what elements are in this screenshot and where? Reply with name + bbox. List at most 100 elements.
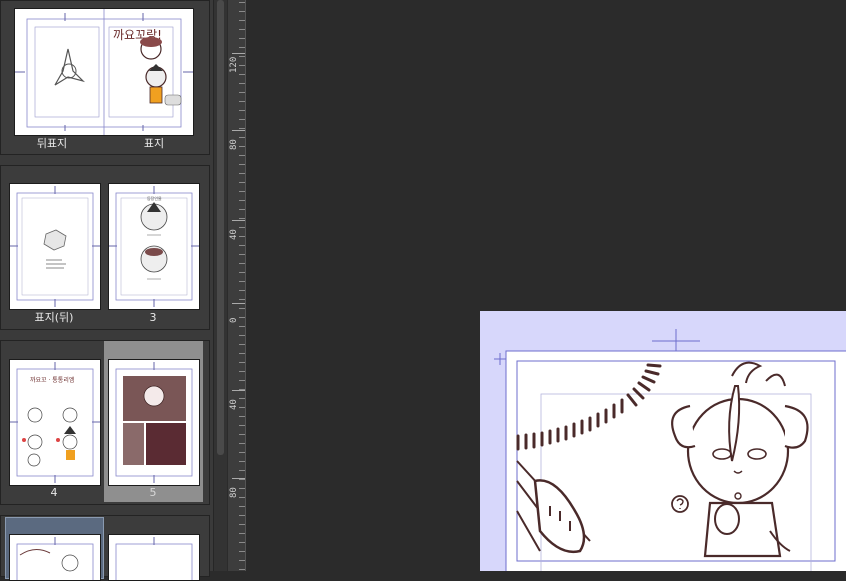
ruler-tick <box>239 47 245 48</box>
ruler-tick <box>239 227 245 228</box>
ruler-major-tick <box>232 53 245 54</box>
ruler-major-tick <box>232 220 245 221</box>
ruler-tick <box>239 425 245 426</box>
ruler-tick <box>239 38 245 39</box>
ruler-major-tick <box>232 130 245 131</box>
page-manager-panel: 까요꼬랑! 뒤표지 표지 등장인물 표지(뒤) 3 까요꼬 · 통통리엠 4 5 <box>0 0 213 581</box>
ruler-tick <box>239 299 245 300</box>
ruler-tick <box>239 29 245 30</box>
ruler-tick <box>239 74 245 75</box>
ruler-tick <box>239 443 245 444</box>
ruler-tick <box>239 11 245 12</box>
page-thumb-7[interactable] <box>108 534 200 581</box>
ruler-tick <box>239 335 245 336</box>
vertical-ruler: 120 80 40 0 40 80 <box>228 0 246 571</box>
ruler-tick <box>239 524 245 525</box>
cover-spread-art: 까요꼬랑! <box>15 9 193 135</box>
ruler-tick <box>239 506 245 507</box>
ruler-tick <box>239 416 245 417</box>
ruler-tick <box>239 569 245 570</box>
page-thumb-5[interactable] <box>108 359 200 486</box>
page-thumb-art: 까요꼬 · 통통리엠 <box>10 362 100 483</box>
ruler-tick <box>239 137 245 138</box>
scrollbar-thumb[interactable] <box>217 0 224 455</box>
ruler-tick <box>239 281 245 282</box>
ruler-tick <box>239 434 245 435</box>
ruler-tick <box>239 533 245 534</box>
page-thumb-3[interactable]: 등장인물 <box>108 183 200 310</box>
ruler-tick <box>239 551 245 552</box>
page-label-3: 3 <box>149 311 157 324</box>
page-thumb-art <box>115 362 193 483</box>
ruler-tick <box>239 263 245 264</box>
ruler-major-tick <box>232 390 245 391</box>
ruler-tick <box>239 182 245 183</box>
ruler-tick <box>239 461 245 462</box>
ruler-tick <box>239 398 245 399</box>
ruler-label: 80 <box>229 487 239 498</box>
ruler-tick <box>239 452 245 453</box>
ruler-tick <box>239 542 245 543</box>
ruler-tick <box>239 317 245 318</box>
page-label-back-cover: 뒤표지 <box>36 137 68 150</box>
ruler-tick <box>239 353 245 354</box>
ruler-tick <box>239 146 245 147</box>
ruler-tick <box>239 191 245 192</box>
ruler-tick <box>239 470 245 471</box>
ruler-tick <box>239 200 245 201</box>
ruler-label: 40 <box>229 399 239 410</box>
ruler-tick <box>239 209 245 210</box>
page-label-cover: 표지 <box>143 137 165 150</box>
ruler-label: 0 <box>229 317 239 323</box>
ruler-tick <box>239 380 245 381</box>
ruler-tick <box>239 110 245 111</box>
ruler-tick <box>239 164 245 165</box>
page-panel-scrollbar[interactable] <box>213 0 227 571</box>
ruler-tick <box>239 326 245 327</box>
ruler-tick <box>239 479 245 480</box>
canvas-drawing <box>494 329 846 571</box>
ruler-tick <box>239 119 245 120</box>
ruler-tick <box>239 2 245 3</box>
document-canvas[interactable] <box>480 311 846 571</box>
ruler-label: 80 <box>229 139 239 150</box>
page-label-4: 4 <box>50 486 58 499</box>
page-thumb-cover-back[interactable] <box>9 183 101 310</box>
ruler-label: 120 <box>229 56 239 73</box>
page-thumb-art <box>115 537 193 580</box>
ruler-tick <box>239 101 245 102</box>
ruler-major-tick <box>232 478 245 479</box>
page3-header-text: 등장인물 <box>147 195 162 201</box>
ruler-tick <box>239 362 245 363</box>
ruler-tick <box>239 488 245 489</box>
ruler-tick <box>239 65 245 66</box>
page-thumb-4[interactable]: 까요꼬 · 통통리엠 <box>9 359 101 486</box>
ruler-tick <box>239 128 245 129</box>
page-thumb-art: 등장인물 <box>109 186 199 307</box>
ruler-tick <box>239 83 245 84</box>
page4-title-text: 까요꼬 · 통통리엠 <box>30 376 74 384</box>
ruler-tick <box>239 218 245 219</box>
page-thumb-6[interactable] <box>9 534 101 581</box>
ruler-tick <box>239 371 245 372</box>
ruler-tick <box>239 560 245 561</box>
ruler-tick <box>239 236 245 237</box>
ruler-label: 40 <box>229 229 239 240</box>
ruler-tick <box>239 245 245 246</box>
ruler-tick <box>239 272 245 273</box>
ruler-tick <box>239 20 245 21</box>
ruler-tick <box>239 308 245 309</box>
ruler-tick <box>239 155 245 156</box>
ruler-tick <box>239 173 245 174</box>
ruler-tick <box>239 407 245 408</box>
page-thumb-art <box>16 537 94 580</box>
page-thumb-cover-spread[interactable]: 까요꼬랑! <box>14 8 194 136</box>
ruler-tick <box>239 344 245 345</box>
ruler-tick <box>239 92 245 93</box>
ruler-tick <box>239 497 245 498</box>
page-thumb-art <box>10 186 100 307</box>
ruler-major-tick <box>232 303 245 304</box>
ruler-tick <box>239 290 245 291</box>
ruler-tick <box>239 254 245 255</box>
page-label-5: 5 <box>149 486 157 499</box>
